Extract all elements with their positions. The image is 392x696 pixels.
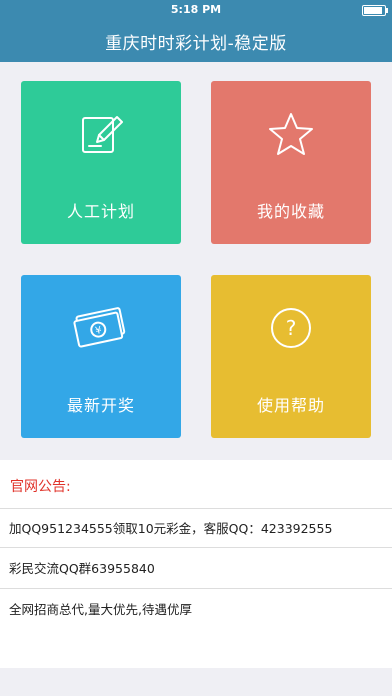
svg-text:?: ? (286, 316, 297, 340)
edit-icon (79, 112, 123, 160)
tile-manual-plan[interactable]: 人工计划 (21, 81, 181, 244)
announcement-panel: 官网公告: 加QQ951234555领取10元彩金，客服QQ：423392555… (0, 460, 392, 668)
tile-label: 最新开奖 (66, 396, 135, 415)
status-time: 5:18 PM (170, 3, 222, 16)
tile-favorites[interactable]: 我的收藏 (211, 81, 371, 244)
announcement-title: 官网公告: (10, 479, 71, 495)
help-icon: ? (269, 306, 313, 354)
tile-label: 人工计划 (66, 202, 135, 221)
announcement-item[interactable]: 彩民交流QQ群63955840 (0, 549, 392, 589)
tile-latest-draw[interactable]: ¥ 最新开奖 (21, 275, 181, 438)
tile-label: 我的收藏 (256, 202, 325, 221)
star-icon (268, 112, 314, 160)
tile-label: 使用帮助 (256, 396, 325, 415)
announcement-item[interactable]: 全网招商总代,量大优先,待遇优厚 (0, 590, 392, 630)
page-title: 重庆时时彩计划-稳定版 (105, 34, 287, 54)
tile-help[interactable]: ? 使用帮助 (211, 275, 371, 438)
money-icon: ¥ (73, 306, 129, 354)
nav-bar: 5:18 PM 重庆时时彩计划-稳定版 (0, 0, 392, 62)
announcement-item[interactable]: 加QQ951234555领取10元彩金，客服QQ：423392555 (0, 508, 392, 548)
battery-icon (362, 5, 388, 16)
